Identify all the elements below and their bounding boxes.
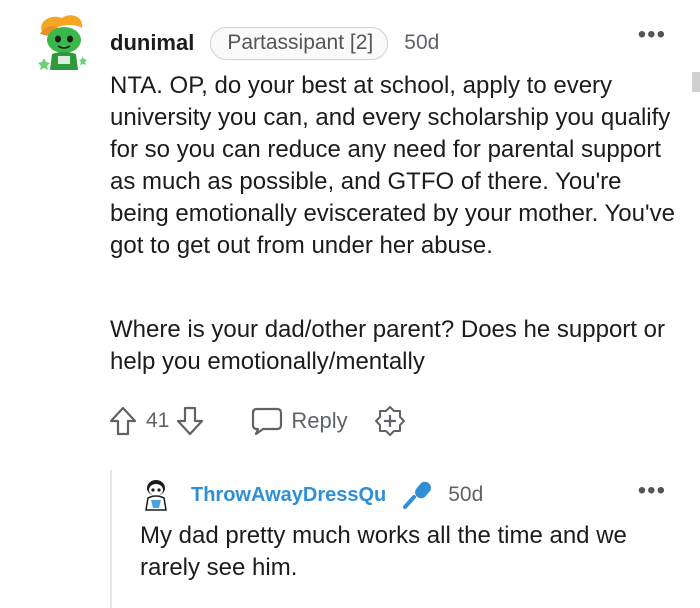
user-avatar[interactable] [36,12,92,74]
microphone-icon [403,481,432,509]
scrollbar-thumb[interactable] [692,72,700,92]
reply-button[interactable]: Reply [251,406,348,436]
username[interactable]: dunimal [110,30,194,56]
reply-timestamp[interactable]: 50d [448,483,483,507]
comment-actions: 41 Reply [108,404,406,438]
comment-paragraph: NTA. OP, do your best at school, apply t… [110,72,675,259]
award-button[interactable] [374,405,406,437]
comment-meta: dunimal Partassipant [2] 50d [110,26,439,60]
upvote-arrow-icon [109,406,137,436]
comment-paragraph: Where is your dad/other parent? Does he … [110,316,665,375]
user-flair: Partassipant [2] [210,26,389,60]
reply-more-options-button[interactable]: ••• [638,479,666,503]
downvote-button[interactable] [175,405,205,437]
comment-thread: dunimal Partassipant [2] 50d ••• NTA. OP… [0,0,700,608]
thread-line[interactable] [110,470,112,608]
comment-timestamp[interactable]: 50d [404,31,439,55]
reply-user-avatar[interactable] [142,478,170,512]
comment-bubble-icon [252,407,283,436]
upvote-button[interactable] [108,405,138,437]
snoo-avatar-icon [145,480,167,511]
reply-meta: ThrowAwayDressQu 50d [191,478,483,512]
downvote-arrow-icon [177,406,204,436]
more-options-button[interactable]: ••• [638,23,666,47]
reply-username[interactable]: ThrowAwayDressQu [191,484,386,507]
vote-count: 41 [146,409,170,432]
snoo-avatar-icon [38,15,87,70]
award-icon [374,406,405,436]
reply-text: My dad pretty much works all the time an… [140,522,627,581]
reply-label: Reply [291,408,348,433]
